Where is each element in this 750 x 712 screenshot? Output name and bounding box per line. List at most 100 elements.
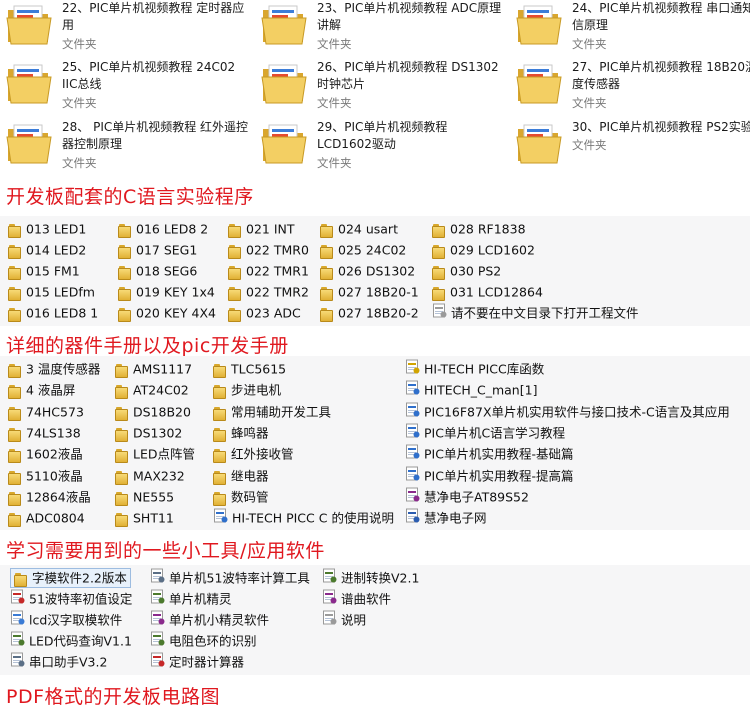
folder-icon — [213, 427, 227, 442]
tool-item[interactable]: 51波特率初值设定 — [10, 589, 132, 609]
manual-item[interactable]: HITECH_C_man[1] — [405, 380, 537, 400]
c-program-folder[interactable]: 026 DS1302 — [320, 261, 415, 281]
manual-item[interactable]: PIC单片机实用教程-提高篇 — [405, 466, 573, 486]
manual-item[interactable]: 3 温度传感器 — [8, 359, 100, 379]
manual-item[interactable]: TLC5615 — [213, 359, 286, 379]
c-program-folder[interactable]: 015 FM1 — [8, 261, 80, 281]
manual-item[interactable]: SHT11 — [115, 508, 174, 528]
tool-item[interactable]: LED代码查询V1.1 — [10, 631, 132, 651]
c-program-folder[interactable]: 016 LED8 1 — [8, 303, 98, 323]
item-label: 023 ADC — [246, 305, 301, 321]
c-program-folder[interactable]: 022 TMR0 — [228, 240, 309, 260]
manual-item[interactable]: DS1302 — [115, 423, 182, 443]
folder-tile[interactable]: 24、PIC单片机视频教程 串口通知信原理 文件夹 — [516, 0, 750, 58]
item-label: 进制转换V2.1 — [341, 570, 420, 586]
tool-item[interactable]: lcd汉字取模软件 — [10, 610, 122, 630]
c-program-folder[interactable]: 019 KEY 1x4 — [118, 282, 215, 302]
c-program-folder[interactable]: 027 18B20-1 — [320, 282, 419, 302]
c-program-folder[interactable]: 请不要在中文目录下打开工程文件 — [432, 303, 639, 323]
tool-item[interactable]: 单片机小精灵软件 — [150, 610, 269, 630]
c-program-folder[interactable]: 031 LCD12864 — [432, 282, 543, 302]
tool-item[interactable]: 单片机精灵 — [150, 589, 232, 609]
tool-item[interactable]: 谱曲软件 — [322, 589, 391, 609]
manual-item[interactable]: 红外接收管 — [213, 444, 294, 464]
folder-icon — [118, 307, 132, 322]
manual-item[interactable]: 12864液晶 — [8, 487, 91, 507]
c-program-folder[interactable]: 023 ADC — [228, 303, 301, 323]
folder-icon — [261, 61, 307, 105]
c-program-folder[interactable]: 015 LEDfm — [8, 282, 95, 302]
c-program-folder[interactable]: 014 LED2 — [8, 240, 86, 260]
tool-item[interactable]: 定时器计算器 — [150, 652, 244, 672]
manual-item[interactable]: 5110液晶 — [8, 466, 83, 486]
item-label: 请不要在中文目录下打开工程文件 — [451, 305, 639, 321]
c-program-folder[interactable]: 021 INT — [228, 219, 295, 239]
manual-item[interactable]: 74LS138 — [8, 423, 81, 443]
manual-item[interactable]: 慧净电子AT89S52 — [405, 487, 529, 507]
c-program-folder[interactable]: 029 LCD1602 — [432, 240, 535, 260]
folder-icon — [320, 265, 334, 280]
c-program-folder[interactable]: 022 TMR1 — [228, 261, 309, 281]
manual-item[interactable]: AT24C02 — [115, 380, 189, 400]
tool-item[interactable]: 字模软件2.2版本 — [10, 568, 131, 588]
tool-item[interactable]: 串口助手V3.2 — [10, 652, 107, 672]
item-label: 024 usart — [338, 221, 398, 237]
folder-tile[interactable]: 25、PIC单片机视频教程 24C02 IIC总线 文件夹 — [6, 59, 251, 117]
folder-icon — [516, 2, 562, 46]
item-label: 数码管 — [231, 489, 269, 505]
c-program-folder[interactable]: 027 18B20-2 — [320, 303, 419, 323]
manual-item[interactable]: NE555 — [115, 487, 174, 507]
manual-item[interactable]: ADC0804 — [8, 508, 85, 528]
application-icon — [10, 589, 25, 610]
c-program-folder[interactable]: 020 KEY 4X4 — [118, 303, 216, 323]
folder-tile[interactable]: 26、PIC单片机视频教程 DS1302 时钟芯片 文件夹 — [261, 59, 506, 117]
folder-tile[interactable]: 23、PIC单片机视频教程 ADC原理讲解 文件夹 — [261, 0, 506, 58]
manual-item[interactable]: 步进电机 — [213, 380, 281, 400]
item-label: AMS1117 — [133, 361, 193, 377]
c-program-folder[interactable]: 024 usart — [320, 219, 398, 239]
item-label: 031 LCD12864 — [450, 284, 543, 300]
folder-tile[interactable]: 30、PIC单片机视频教程 PS2实验 文件夹 — [516, 119, 750, 177]
c-program-folder[interactable]: 017 SEG1 — [118, 240, 197, 260]
c-program-folder[interactable]: 016 LED8 2 — [118, 219, 208, 239]
manual-item[interactable]: 蜂鸣器 — [213, 423, 269, 443]
tool-item[interactable]: 说明 — [322, 610, 366, 630]
c-program-folder[interactable]: 028 RF1838 — [432, 219, 526, 239]
manual-item[interactable]: PIC单片机C语言学习教程 — [405, 423, 565, 443]
folder-tile[interactable]: 27、PIC单片机视频教程 18B20温度传感器 文件夹 — [516, 59, 750, 117]
folder-icon — [6, 61, 52, 105]
manual-item[interactable]: LED点阵管 — [115, 444, 195, 464]
c-program-folder[interactable]: 013 LED1 — [8, 219, 86, 239]
folder-tile[interactable]: 22、PIC单片机视频教程 定时器应用 文件夹 — [6, 0, 251, 58]
manual-item[interactable]: PIC16F87X单片机实用软件与接口技术-C语言及其应用 — [405, 402, 730, 422]
manual-item[interactable]: MAX232 — [115, 466, 185, 486]
c-program-folder[interactable]: 025 24C02 — [320, 240, 406, 260]
folder-icon — [8, 491, 22, 506]
c-program-folder[interactable]: 018 SEG6 — [118, 261, 197, 281]
manual-item[interactable]: 4 液晶屏 — [8, 380, 75, 400]
folder-tile[interactable]: 28、 PIC单片机视频教程 红外遥控器控制原理 文件夹 — [6, 119, 251, 177]
item-label: 015 LEDfm — [26, 284, 95, 300]
item-label: 022 TMR0 — [246, 242, 309, 258]
manual-item[interactable]: HI-TECH PICC库函数 — [405, 359, 544, 379]
folder-tile[interactable]: 29、PIC单片机视频教程 LCD1602驱动 文件夹 — [261, 119, 506, 177]
folder-icon — [320, 244, 334, 259]
manual-item[interactable]: 常用辅助开发工具 — [213, 402, 331, 422]
item-label: PIC单片机实用教程-基础篇 — [424, 446, 574, 462]
manual-item[interactable]: 继电器 — [213, 466, 269, 486]
manual-item[interactable]: 1602液晶 — [8, 444, 83, 464]
item-label: 常用辅助开发工具 — [231, 404, 332, 420]
tool-item[interactable]: 单片机51波特率计算工具 — [150, 568, 310, 588]
manuals-panel — [0, 356, 750, 530]
manual-item[interactable]: DS18B20 — [115, 402, 191, 422]
tool-item[interactable]: 进制转换V2.1 — [322, 568, 419, 588]
c-program-folder[interactable]: 030 PS2 — [432, 261, 501, 281]
manual-item[interactable]: 慧净电子网 — [405, 508, 487, 528]
manual-item[interactable]: 74HC573 — [8, 402, 84, 422]
c-program-folder[interactable]: 022 TMR2 — [228, 282, 309, 302]
manual-item[interactable]: HI-TECH PICC C 的使用说明 — [213, 508, 394, 528]
tool-item[interactable]: 电阻色环的识别 — [150, 631, 257, 651]
manual-item[interactable]: 数码管 — [213, 487, 269, 507]
manual-item[interactable]: PIC单片机实用教程-基础篇 — [405, 444, 573, 464]
manual-item[interactable]: AMS1117 — [115, 359, 192, 379]
